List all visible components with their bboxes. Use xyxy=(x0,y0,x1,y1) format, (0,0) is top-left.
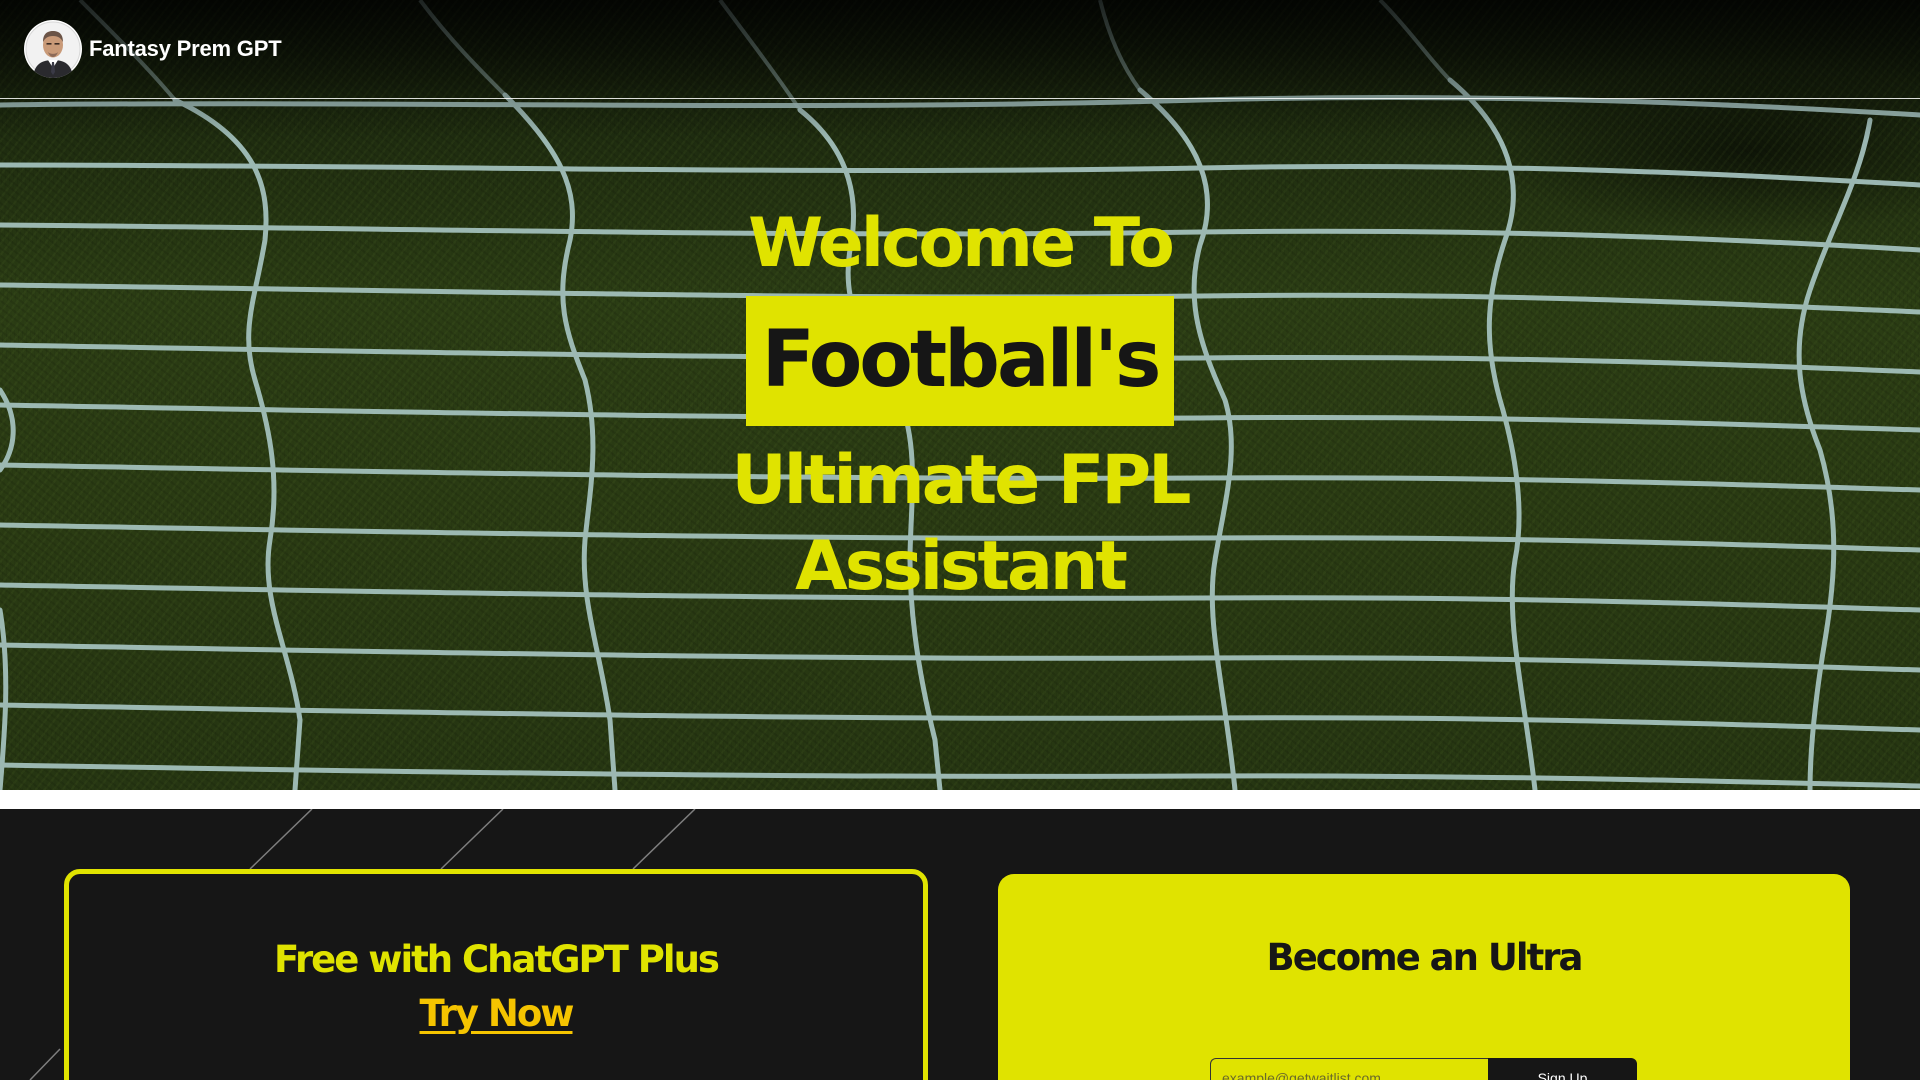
headline-highlight: Football's xyxy=(745,296,1175,426)
section-divider xyxy=(0,790,1920,809)
navbar: Fantasy Prem GPT xyxy=(0,0,1920,99)
hero-headline: Welcome To Football's Ultimate FPL Assis… xyxy=(0,200,1920,610)
waitlist-signup-form: Sign Up xyxy=(1210,1058,1637,1080)
manager-portrait-icon xyxy=(24,20,82,78)
free-plan-title: Free with ChatGPT Plus xyxy=(274,938,720,981)
email-field[interactable] xyxy=(1210,1058,1488,1080)
ultra-plan-card: Become an Ultra Sign Up xyxy=(998,874,1850,1080)
brand-name: Fantasy Prem GPT xyxy=(89,36,282,61)
try-now-link[interactable]: Try Now xyxy=(420,992,575,1035)
headline-line-welcome: Welcome To xyxy=(748,204,1175,283)
headline-line-fpl: Ultimate FPL xyxy=(731,441,1192,520)
pricing-section: Free with ChatGPT Plus Try Now Become an… xyxy=(0,809,1920,1080)
free-plan-card: Free with ChatGPT Plus Try Now xyxy=(64,869,928,1080)
home-logo-link[interactable]: Fantasy Prem GPT xyxy=(24,20,282,78)
ultra-plan-title: Become an Ultra xyxy=(1266,936,1584,979)
sign-up-button[interactable]: Sign Up xyxy=(1488,1058,1637,1080)
headline-line-assistant: Assistant xyxy=(795,527,1128,606)
